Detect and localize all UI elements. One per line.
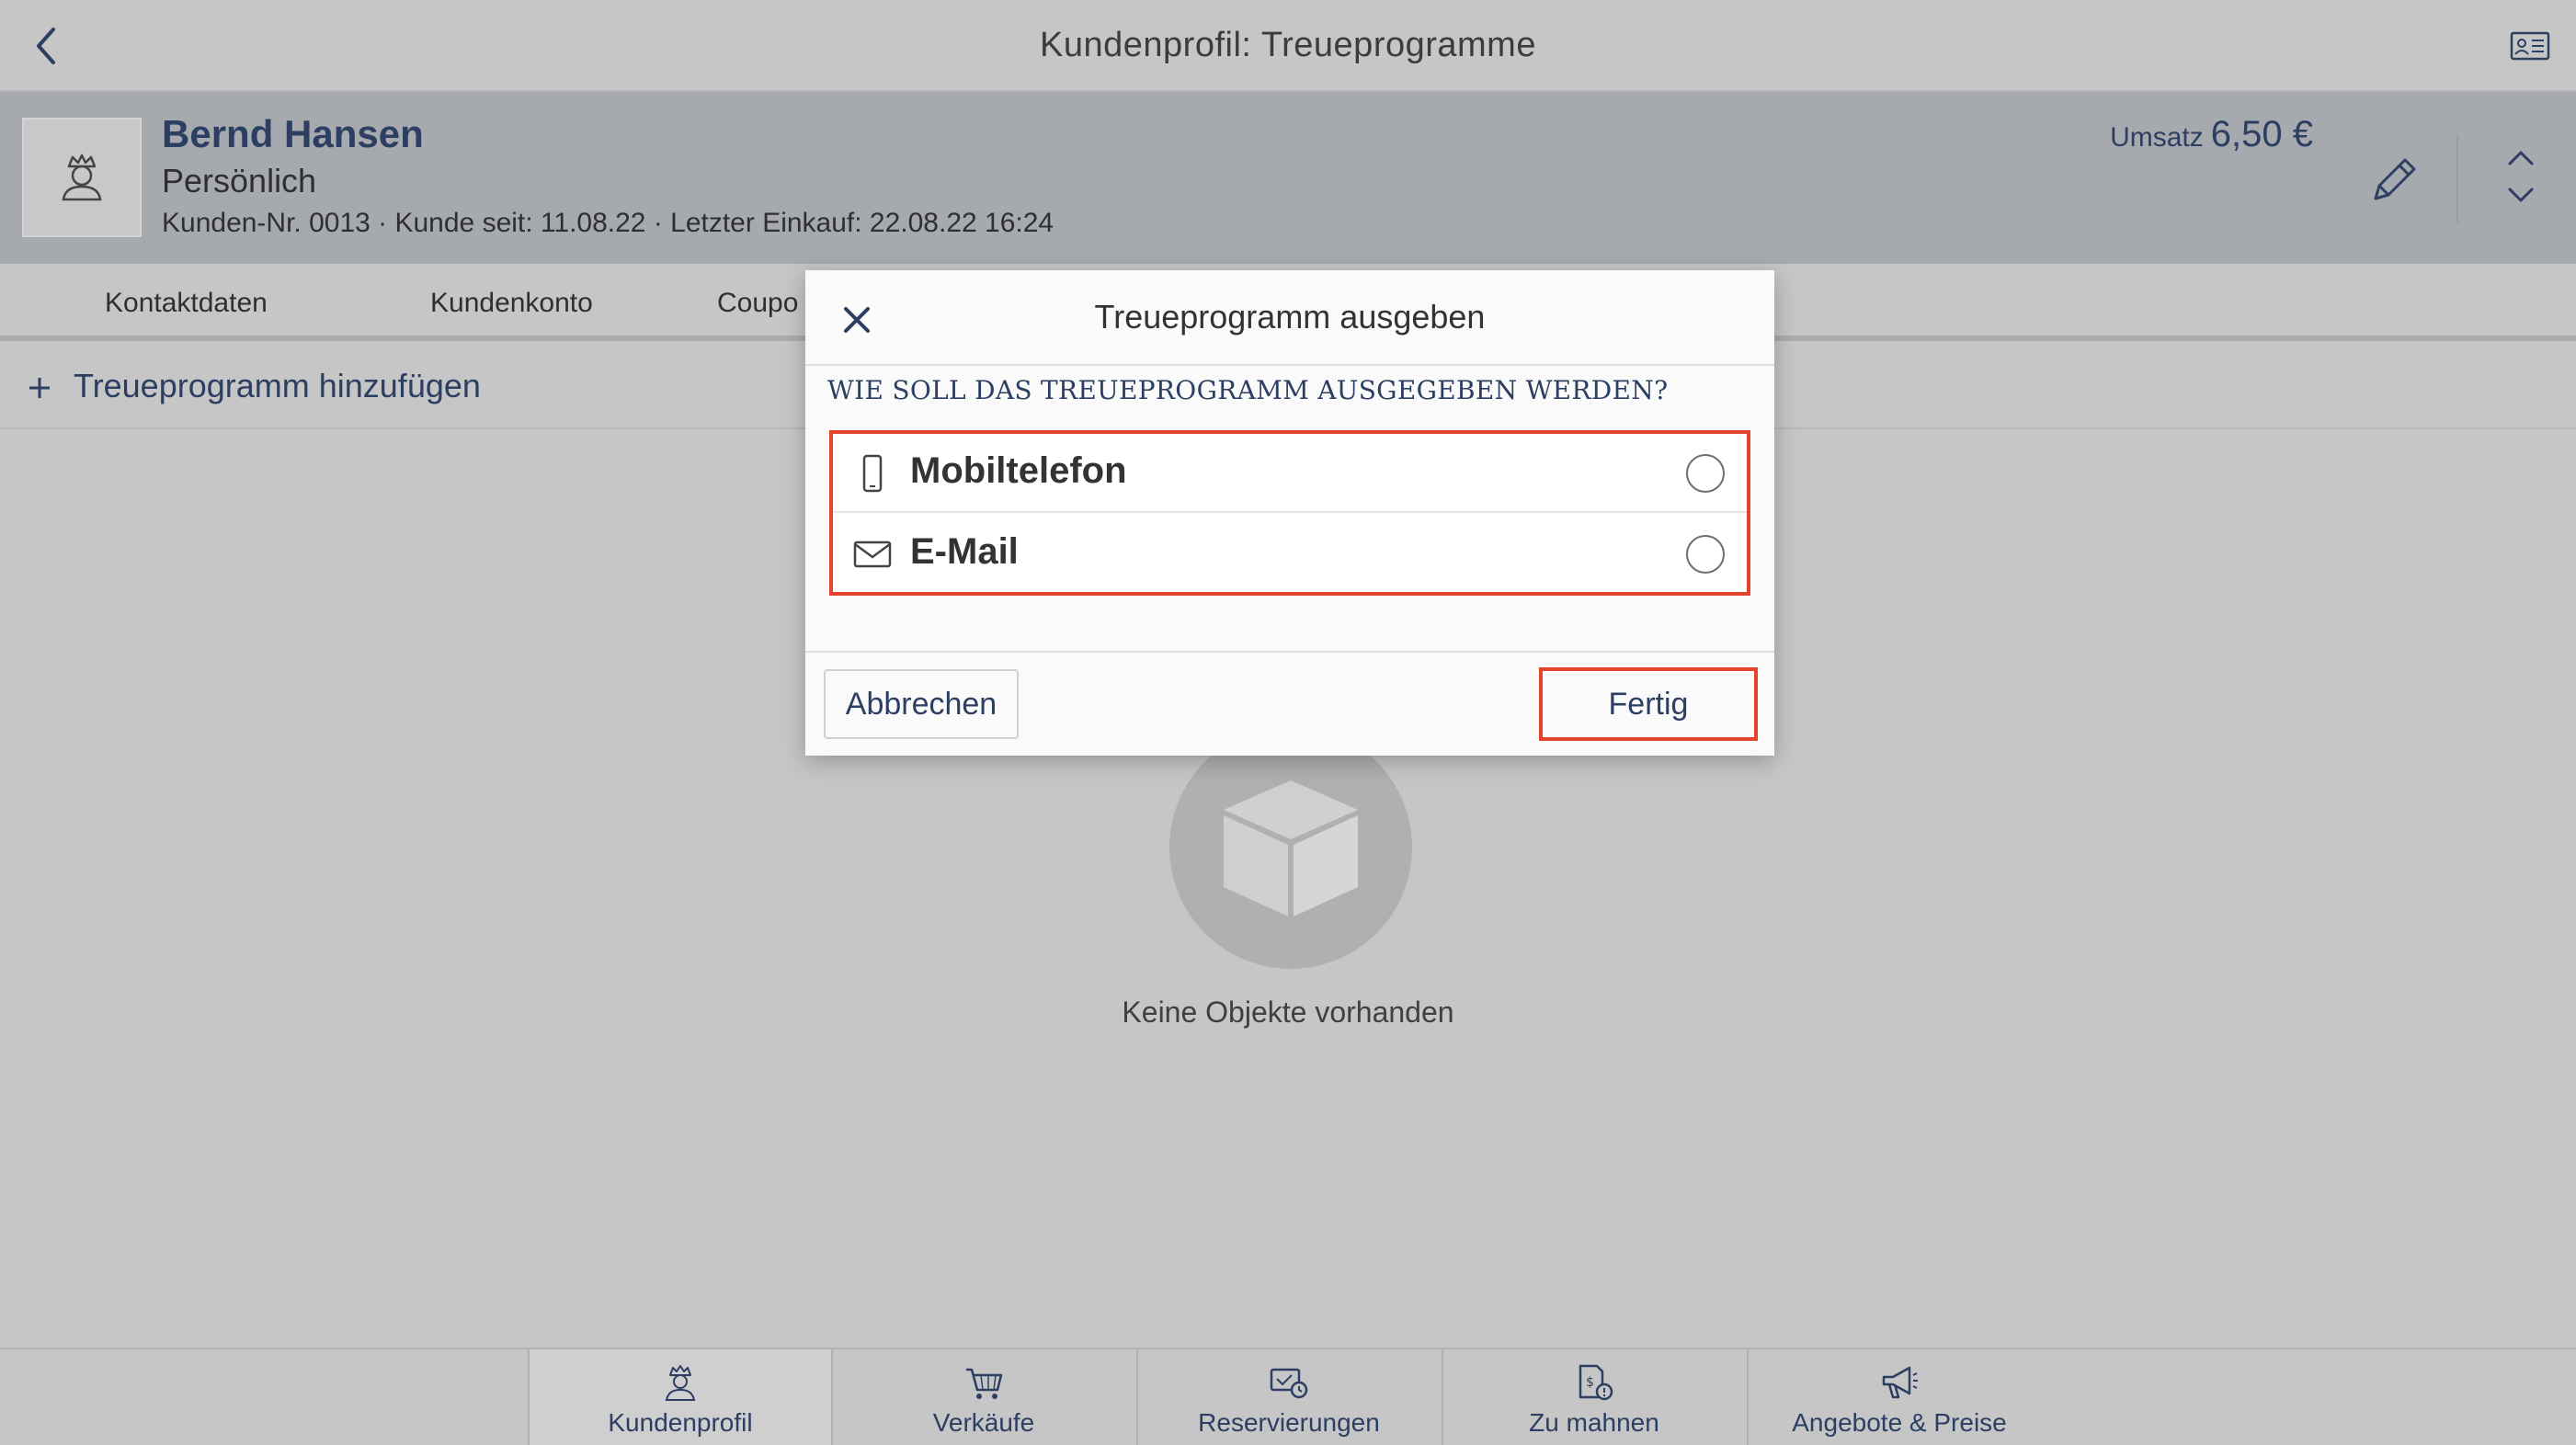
nav-label: Angebote & Preise bbox=[1792, 1408, 2007, 1437]
dialog-title: Treueprogramm ausgeben bbox=[1094, 298, 1486, 336]
reminder-icon: $ bbox=[1573, 1362, 1615, 1403]
empty-state-illustration bbox=[1169, 726, 1412, 969]
envelope-icon bbox=[853, 535, 892, 574]
reservation-icon bbox=[1268, 1362, 1310, 1403]
expand-collapse-icon[interactable] bbox=[2501, 145, 2541, 208]
nav-label: Zu mahnen bbox=[1529, 1408, 1659, 1437]
top-bar: Kundenprofil: Treueprogramme bbox=[0, 0, 2576, 92]
nav-label: Reservierungen bbox=[1198, 1408, 1380, 1437]
add-loyalty-program-label: Treueprogramm hinzufügen bbox=[74, 367, 481, 404]
done-button[interactable]: Fertig bbox=[1539, 667, 1758, 741]
nav-angebote-preise[interactable]: Angebote & Preise bbox=[1747, 1349, 2050, 1445]
dialog-footer: Abbrechen Fertig bbox=[805, 651, 1774, 756]
tab-kontaktdaten[interactable]: Kontaktdaten bbox=[105, 288, 268, 319]
email-radio[interactable] bbox=[1686, 535, 1725, 574]
nav-label: Verkäufe bbox=[932, 1408, 1035, 1437]
customer-name: Bernd Hansen bbox=[162, 112, 424, 155]
empty-state-text: Keine Objekte vorhanden bbox=[1122, 996, 1454, 1029]
option-email[interactable]: E-Mail bbox=[833, 515, 1747, 594]
mobile-phone-icon bbox=[853, 454, 892, 493]
page-title: Kundenprofil: Treueprogramme bbox=[1040, 26, 1536, 64]
bottom-navigation: Kundenprofil Verkäufe Reservierungen $ Z… bbox=[0, 1348, 2576, 1445]
customer-type: Persönlich bbox=[162, 162, 317, 199]
revenue-display: Umsatz 6,50 € bbox=[2110, 114, 2313, 155]
cart-icon bbox=[963, 1362, 1005, 1403]
customer-meta: Kunden-Nr. 0013 · Kunde seit: 11.08.22 ·… bbox=[162, 208, 1054, 238]
nav-zu-mahnen[interactable]: $ Zu mahnen bbox=[1442, 1349, 1745, 1445]
nav-verkaeufe[interactable]: Verkäufe bbox=[831, 1349, 1134, 1445]
delivery-options: Mobiltelefon E-Mail bbox=[829, 430, 1750, 596]
option-label: Mobiltelefon bbox=[910, 450, 1127, 491]
revenue-label: Umsatz bbox=[2110, 122, 2204, 153]
pencil-icon[interactable] bbox=[2366, 151, 2423, 208]
tab-kundenkonto[interactable]: Kundenkonto bbox=[430, 288, 593, 319]
tab-coupons[interactable]: Coupo bbox=[717, 288, 798, 319]
avatar bbox=[22, 118, 142, 237]
customer-avatar-icon bbox=[54, 150, 109, 205]
option-label: E-Mail bbox=[910, 531, 1019, 572]
nav-label: Kundenprofil bbox=[608, 1408, 753, 1437]
dialog-question: WIE SOLL DAS TREUEPROGRAMM AUSGEGEBEN WE… bbox=[827, 375, 1669, 405]
option-mobile-phone[interactable]: Mobiltelefon bbox=[833, 434, 1747, 513]
plus-icon bbox=[24, 372, 55, 404]
customer-icon bbox=[659, 1362, 701, 1403]
dialog-header: Treueprogramm ausgeben bbox=[805, 270, 1774, 366]
megaphone-icon bbox=[1878, 1362, 1921, 1403]
svg-text:$: $ bbox=[1586, 1375, 1594, 1390]
cancel-button[interactable]: Abbrechen bbox=[824, 669, 1019, 739]
box-icon bbox=[1213, 769, 1369, 926]
revenue-value: 6,50 € bbox=[2210, 114, 2313, 154]
header-divider bbox=[2456, 134, 2458, 222]
customer-header: Bernd Hansen Persönlich Kunden-Nr. 0013 … bbox=[0, 92, 2576, 264]
id-card-icon[interactable] bbox=[2510, 28, 2550, 64]
nav-reservierungen[interactable]: Reservierungen bbox=[1136, 1349, 1440, 1445]
nav-kundenprofil[interactable]: Kundenprofil bbox=[528, 1349, 831, 1445]
issue-loyalty-program-dialog: Treueprogramm ausgeben WIE SOLL DAS TREU… bbox=[805, 270, 1774, 756]
mobile-phone-radio[interactable] bbox=[1686, 454, 1725, 493]
